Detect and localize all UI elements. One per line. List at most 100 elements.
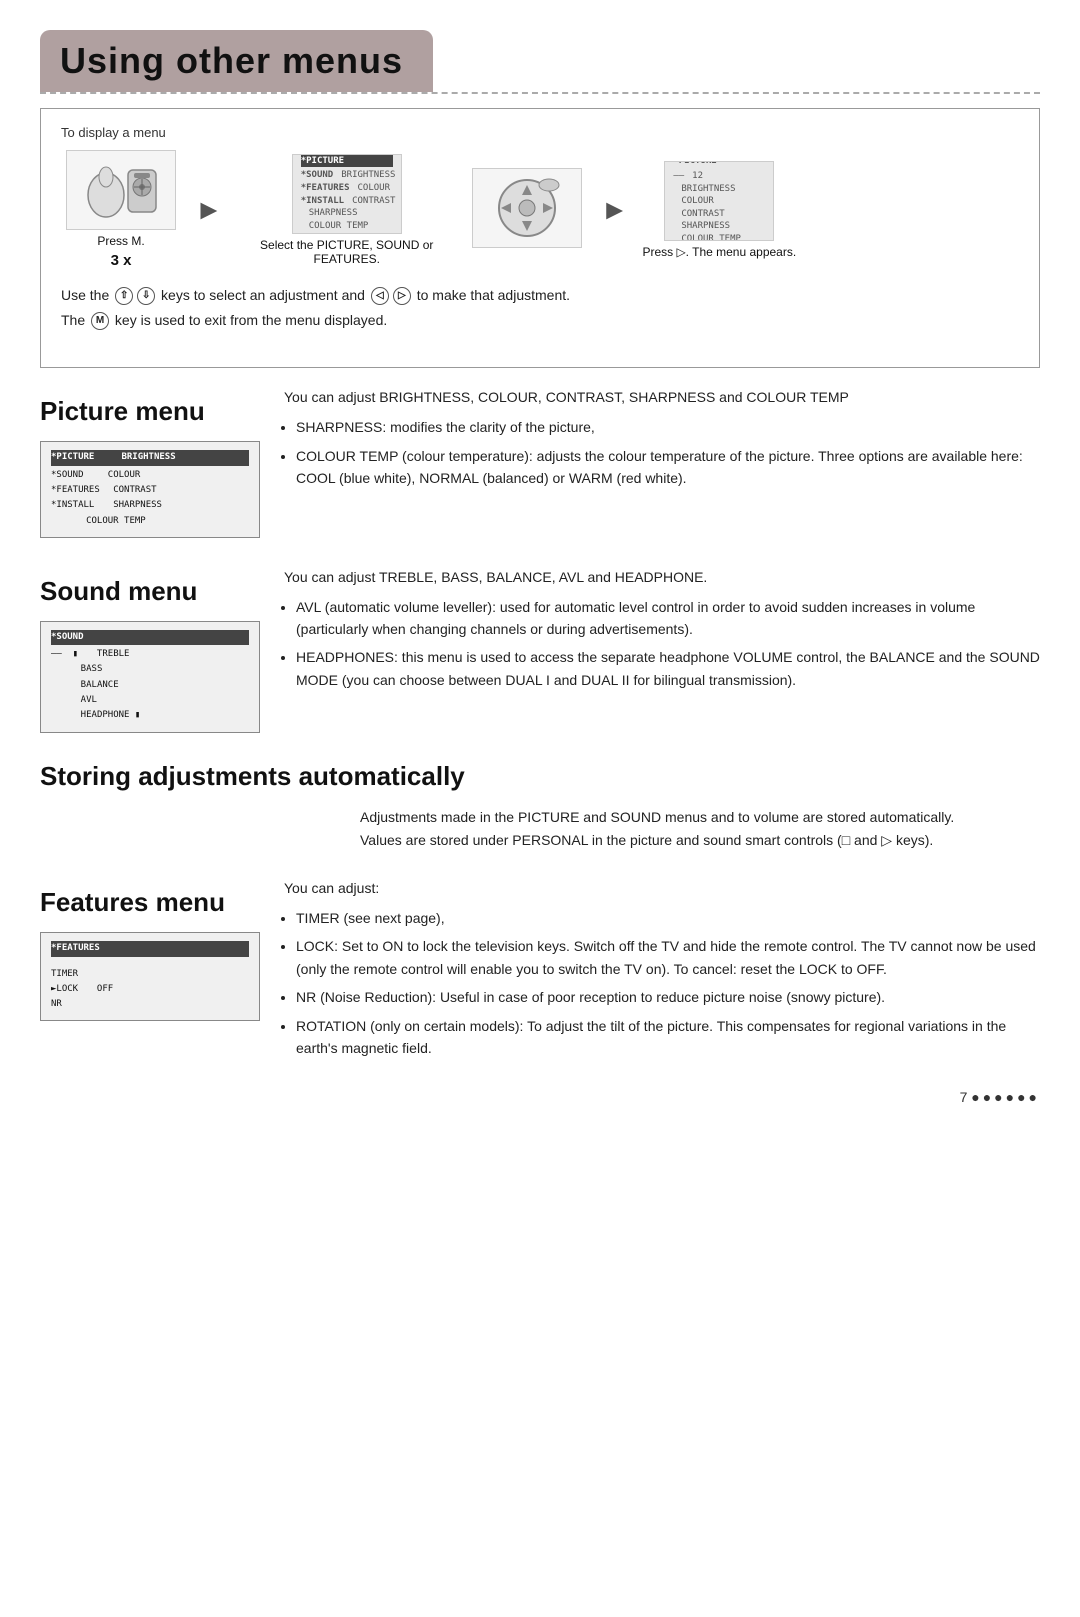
- features-menu-section: Features menu *FEATURES TIMER ►LOCK OFF …: [40, 877, 1040, 1065]
- picture-menu-title: Picture menu: [40, 396, 260, 427]
- picture-menu-mockup: *PICTURE BRIGHTNESS *SOUND COLOUR *FEATU…: [40, 441, 260, 537]
- step2-menu-row4: SHARPNESS: [301, 207, 393, 220]
- three-x-label: 3 x: [97, 252, 144, 269]
- features-menu-text: You can adjust: TIMER (see next page), L…: [284, 877, 1040, 1065]
- features-menu-title: Features menu: [40, 887, 260, 918]
- dpad-icon: [487, 173, 567, 243]
- step4-menu-row0: ——12: [673, 170, 765, 183]
- sm-row3: BALANCE: [51, 678, 249, 693]
- storing-section: Storing adjustments automatically Adjust…: [40, 761, 1040, 854]
- step4-menu-row4: SHARPNESS: [673, 220, 765, 233]
- picture-menu-text: You can adjust BRIGHTNESS, COLOUR, CONTR…: [284, 386, 1040, 495]
- step2-menu-row5: COLOUR TEMP: [301, 220, 393, 233]
- menu-key-icon: M: [131, 234, 141, 248]
- picture-menu-left: Picture menu *PICTURE BRIGHTNESS *SOUND …: [40, 386, 260, 537]
- instruction-box: To display a menu: [40, 108, 1040, 368]
- keys-description: Use the ⇧⇩ keys to select an adjustment …: [61, 283, 1019, 333]
- up-key-icon: ⇧: [115, 287, 133, 305]
- features-bullet-4: ROTATION (only on certain models): To ad…: [296, 1015, 1040, 1060]
- sound-menu-section: Sound menu *SOUND —— ▮ TREBLE BASS BALAN…: [40, 566, 1040, 733]
- page-dots: ●●●●●●: [971, 1089, 1040, 1105]
- step4-menu-row1: BRIGHTNESS: [673, 183, 765, 196]
- sound-desc-intro: You can adjust TREBLE, BASS, BALANCE, AV…: [284, 566, 1040, 590]
- pm-row4: COLOUR TEMP: [51, 514, 249, 529]
- hand-remote-icon: [76, 155, 166, 225]
- picture-bullet-1: SHARPNESS: modifies the clarity of the p…: [296, 416, 1040, 438]
- picture-bullets: SHARPNESS: modifies the clarity of the p…: [296, 416, 1040, 489]
- step2-image: *PICTURE *SOUNDBRIGHTNESS *FEATURESCOLOU…: [292, 154, 402, 234]
- step1-label: Press M. 3 x: [97, 234, 144, 269]
- page-title: Using other menus: [60, 40, 403, 82]
- storing-title: Storing adjustments automatically: [40, 761, 1040, 792]
- features-bullets: TIMER (see next page), LOCK: Set to ON t…: [296, 907, 1040, 1059]
- down-key-icon: ⇩: [137, 287, 155, 305]
- step1-block: Press M. 3 x: [61, 150, 181, 269]
- step4-block: *PICTURE ——12 BRIGHTNESS COLOUR CONTRAST…: [642, 161, 796, 259]
- features-bullet-1: TIMER (see next page),: [296, 907, 1040, 929]
- sound-intro-text: You can adjust TREBLE, BASS, BALANCE, AV…: [284, 569, 707, 585]
- storing-line1: Adjustments made in the PICTURE and SOUN…: [360, 806, 1040, 830]
- step2-menu-row3: *INSTALLCONTRAST: [301, 195, 393, 208]
- step4-menu-title: *PICTURE: [673, 161, 765, 169]
- step4-menu-row3: CONTRAST: [673, 208, 765, 221]
- step2-desc: Select the PICTURE, SOUND or FEATURES.: [237, 238, 457, 266]
- picture-bullet-2: COLOUR TEMP (colour temperature): adjust…: [296, 445, 1040, 490]
- step4-image: *PICTURE ——12 BRIGHTNESS COLOUR CONTRAST…: [664, 161, 774, 241]
- page-number-area: 7 ●●●●●●: [40, 1089, 1040, 1105]
- sound-menu-text: You can adjust TREBLE, BASS, BALANCE, AV…: [284, 566, 1040, 697]
- arrow-right-2: ►: [601, 194, 629, 226]
- pm-row3: *INSTALL SHARPNESS: [51, 498, 249, 513]
- sm-row2: BASS: [51, 662, 249, 677]
- pm-title: *PICTURE BRIGHTNESS: [51, 450, 249, 465]
- sound-menu-title: Sound menu: [40, 576, 260, 607]
- picture-intro-text: You can adjust BRIGHTNESS, COLOUR, CONTR…: [284, 389, 849, 405]
- sound-bullet-1: AVL (automatic volume leveller): used fo…: [296, 596, 1040, 641]
- fm-row1: TIMER: [51, 967, 249, 982]
- step3-block: [467, 168, 587, 252]
- right-key-icon: ▷: [393, 287, 411, 305]
- fm-title: *FEATURES: [51, 941, 249, 956]
- sm-title: *SOUND: [51, 630, 249, 645]
- step4-desc: Press ▷. The menu appears.: [642, 245, 796, 259]
- to-display-label: To display a menu: [61, 125, 1019, 140]
- sm-row4: AVL: [51, 693, 249, 708]
- fm-row3: NR: [51, 997, 249, 1012]
- sound-bullet-2: HEADPHONES: this menu is used to access …: [296, 646, 1040, 691]
- sound-menu-left: Sound menu *SOUND —— ▮ TREBLE BASS BALAN…: [40, 566, 260, 733]
- features-bullet-3: NR (Noise Reduction): Useful in case of …: [296, 986, 1040, 1008]
- menu-exit-key-icon: M: [91, 312, 109, 330]
- storing-text: Adjustments made in the PICTURE and SOUN…: [360, 806, 1040, 854]
- picture-menu-section: Picture menu *PICTURE BRIGHTNESS *SOUND …: [40, 386, 1040, 537]
- step2-menu-row1: *SOUNDBRIGHTNESS: [301, 169, 393, 182]
- features-desc-intro: You can adjust:: [284, 877, 1040, 901]
- keys-line2: The M key is used to exit from the menu …: [61, 308, 1019, 333]
- features-bullet-2: LOCK: Set to ON to lock the television k…: [296, 935, 1040, 980]
- page-number: 7: [960, 1089, 968, 1105]
- sound-menu-mockup: *SOUND —— ▮ TREBLE BASS BALANCE AVL HEAD…: [40, 621, 260, 733]
- press-label: Press: [97, 234, 128, 248]
- page-title-banner: Using other menus: [40, 30, 433, 92]
- sound-bullets: AVL (automatic volume leveller): used fo…: [296, 596, 1040, 692]
- title-underline: [40, 92, 1040, 94]
- features-menu-mockup: *FEATURES TIMER ►LOCK OFF NR: [40, 932, 260, 1021]
- pm-row2: *FEATURES CONTRAST: [51, 483, 249, 498]
- instruction-steps: Press M. 3 x ► *PICTURE *SOUNDBRIGHTNESS…: [61, 150, 1019, 269]
- keys-line1: Use the ⇧⇩ keys to select an adjustment …: [61, 283, 1019, 308]
- features-menu-left: Features menu *FEATURES TIMER ►LOCK OFF …: [40, 877, 260, 1021]
- arrow-right-1: ►: [195, 194, 223, 226]
- pm-row1: *SOUND COLOUR: [51, 468, 249, 483]
- step2-menu-title: *PICTURE: [301, 155, 393, 168]
- sm-row5: HEADPHONE ▮: [51, 708, 249, 723]
- storing-line2: Values are stored under PERSONAL in the …: [360, 829, 1040, 853]
- fm-row2: ►LOCK OFF: [51, 982, 249, 997]
- step3-image: [472, 168, 582, 248]
- step4-menu-row2: COLOUR: [673, 195, 765, 208]
- step4-menu-row5: COLOUR TEMP: [673, 233, 765, 241]
- step2-menu-row2: *FEATURESCOLOUR: [301, 182, 393, 195]
- step1-image: [66, 150, 176, 230]
- step4-menu-mockup: *PICTURE ——12 BRIGHTNESS COLOUR CONTRAST…: [664, 161, 774, 241]
- sm-row1: —— ▮ TREBLE: [51, 647, 249, 662]
- step2-block: *PICTURE *SOUNDBRIGHTNESS *FEATURESCOLOU…: [237, 154, 457, 266]
- step2-menu-mockup: *PICTURE *SOUNDBRIGHTNESS *FEATURESCOLOU…: [292, 154, 402, 234]
- picture-desc-intro: You can adjust BRIGHTNESS, COLOUR, CONTR…: [284, 386, 1040, 410]
